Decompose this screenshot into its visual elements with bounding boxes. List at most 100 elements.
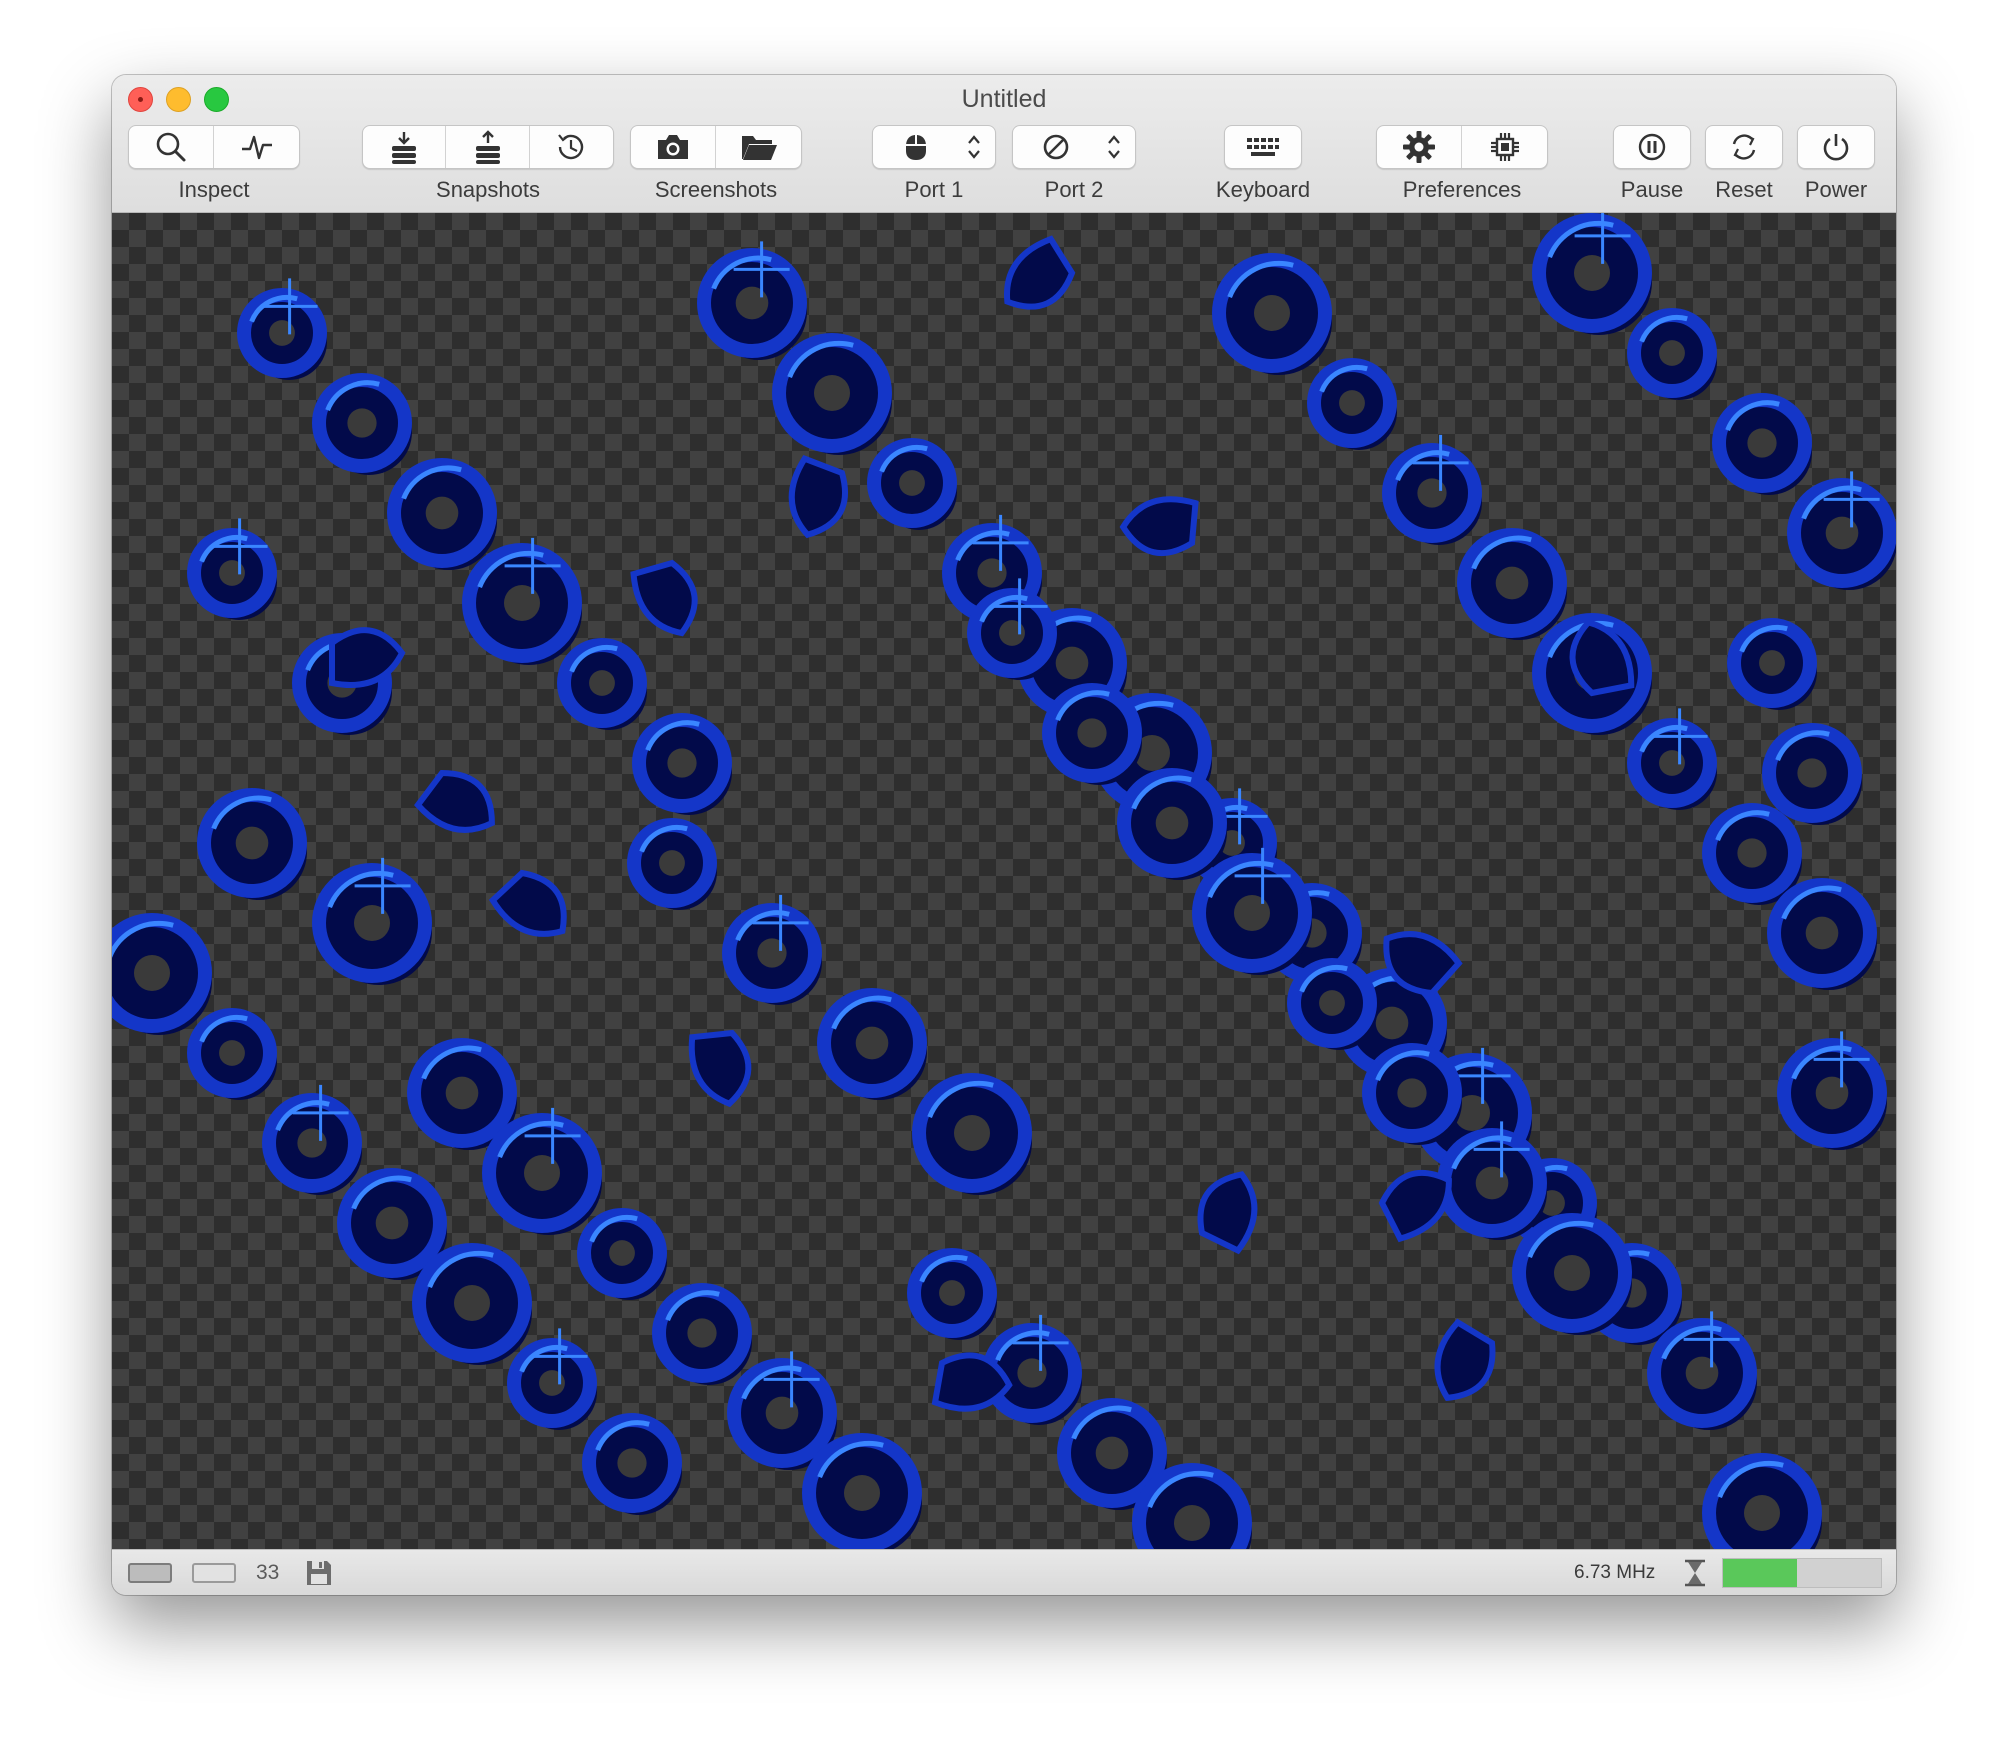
sprite-hole bbox=[375, 1206, 409, 1240]
inspector-button[interactable] bbox=[129, 126, 214, 168]
sprite-hole bbox=[687, 1318, 717, 1348]
sprite-hole bbox=[453, 1284, 491, 1322]
sprite-fragment bbox=[630, 559, 698, 637]
take-snapshot-button[interactable] bbox=[363, 126, 447, 168]
floppy-disk-icon[interactable] bbox=[304, 1550, 334, 1595]
sprite-hole bbox=[1397, 1078, 1427, 1108]
sprite-hole bbox=[133, 954, 171, 992]
speed-meter bbox=[1722, 1550, 1882, 1595]
sprite-hole bbox=[977, 558, 1007, 588]
monitor-button[interactable] bbox=[214, 126, 299, 168]
sprite-hole bbox=[1825, 516, 1859, 550]
reset-group: Reset bbox=[1702, 125, 1786, 202]
drive-df0-icon[interactable] bbox=[128, 1550, 172, 1595]
sprite-hole bbox=[1553, 1254, 1591, 1292]
restore-snapshot-button[interactable] bbox=[446, 126, 530, 168]
port2-label: Port 2 bbox=[1044, 177, 1104, 202]
port1-popup[interactable] bbox=[872, 125, 996, 169]
drive-track-count: 33 bbox=[256, 1561, 280, 1584]
sprite-hole bbox=[1017, 1358, 1047, 1388]
port1-group: Port 1 bbox=[872, 125, 996, 202]
keyboard-label: Keyboard bbox=[1215, 177, 1311, 202]
chevron-updown-icon bbox=[968, 135, 980, 159]
sprite-hole bbox=[1797, 758, 1827, 788]
camera-icon bbox=[658, 135, 688, 159]
sprite-hole bbox=[1095, 1436, 1129, 1470]
preferences-label: Preferences bbox=[1402, 177, 1522, 202]
sprite-fragment bbox=[488, 869, 567, 937]
sprite-hole bbox=[609, 1240, 635, 1266]
chevron-updown-icon bbox=[1108, 135, 1120, 159]
sprite-fragment bbox=[1004, 235, 1076, 310]
sprite-hole bbox=[445, 1076, 479, 1110]
sprite-hole bbox=[503, 584, 541, 622]
pause-button[interactable] bbox=[1614, 126, 1690, 168]
sprite-hole bbox=[1417, 478, 1447, 508]
keyboard-group: Keyboard bbox=[1212, 125, 1314, 202]
sprite-hole bbox=[659, 850, 685, 876]
sprite-hole bbox=[1233, 894, 1271, 932]
sprite-fragment bbox=[688, 1029, 752, 1108]
take-screenshot-button[interactable] bbox=[631, 126, 716, 168]
inspect-label: Inspect bbox=[178, 177, 250, 202]
sprite-hole bbox=[1495, 566, 1529, 600]
port2-group: Port 2 bbox=[1012, 125, 1136, 202]
title-bar: Untitled Inspect Snapshots Screenshots P… bbox=[112, 75, 1896, 213]
sprite-hole bbox=[219, 1040, 245, 1066]
mouse-icon bbox=[906, 135, 926, 160]
sprite-hole bbox=[1475, 1166, 1509, 1200]
clock-frequency: 6.73 MHz bbox=[1574, 1562, 1656, 1583]
sprite-hole bbox=[617, 1448, 647, 1478]
emulator-preferences-button[interactable] bbox=[1377, 126, 1462, 168]
reset-button[interactable] bbox=[1706, 126, 1782, 168]
sprite-fragment bbox=[414, 769, 495, 833]
toolbar: Inspect Snapshots Screenshots Port 1 Por… bbox=[112, 125, 1896, 211]
sprite-hole bbox=[1319, 990, 1345, 1016]
sprite-art bbox=[112, 213, 1896, 1549]
sprite-hole bbox=[425, 496, 459, 530]
history-clock-icon bbox=[558, 134, 584, 160]
sprite-fragment bbox=[788, 454, 848, 539]
reset-label: Reset bbox=[1715, 177, 1773, 202]
emulator-screen[interactable] bbox=[112, 213, 1896, 1549]
sprite-fragment bbox=[1434, 1318, 1496, 1402]
stack-pop-icon bbox=[475, 130, 500, 164]
sprite-hole bbox=[1737, 838, 1767, 868]
sprite-hole bbox=[1747, 428, 1777, 458]
sprite-hole bbox=[953, 1114, 991, 1152]
magnifier-icon bbox=[156, 132, 186, 162]
sprite-hole bbox=[667, 748, 697, 778]
drive-df1-icon[interactable] bbox=[192, 1550, 236, 1595]
snapshots-label: Snapshots bbox=[436, 177, 540, 202]
keyboard-button[interactable] bbox=[1225, 126, 1301, 168]
keyboard-icon bbox=[1247, 138, 1279, 156]
sprite-hole bbox=[523, 1154, 561, 1192]
sprite-fragment bbox=[1197, 1171, 1258, 1255]
screenshots-group: Screenshots bbox=[630, 125, 802, 202]
machine-preferences-button[interactable] bbox=[1462, 126, 1547, 168]
sprite-hole bbox=[855, 1026, 889, 1060]
sprite-hole bbox=[235, 826, 269, 860]
window-title: Untitled bbox=[961, 85, 1047, 113]
browse-screenshots-button[interactable] bbox=[716, 126, 801, 168]
chip-icon bbox=[1490, 133, 1519, 161]
status-bar: 33 6.73 MHz bbox=[112, 1549, 1896, 1595]
sprite-hole bbox=[735, 286, 769, 320]
hourglass-icon[interactable] bbox=[1682, 1550, 1708, 1595]
sprite-hole bbox=[765, 1396, 799, 1430]
port2-popup[interactable] bbox=[1012, 125, 1136, 169]
speed-meter-fill bbox=[1723, 1559, 1798, 1587]
pause-group: Pause bbox=[1610, 125, 1694, 202]
sprite-hole bbox=[1815, 1076, 1849, 1110]
sprite-hole bbox=[1077, 718, 1107, 748]
browse-snapshots-button[interactable] bbox=[530, 126, 613, 168]
folder-open-icon bbox=[741, 136, 777, 160]
sprite-hole bbox=[1805, 916, 1839, 950]
port1-label: Port 1 bbox=[904, 177, 964, 202]
sprite-hole bbox=[1173, 1504, 1211, 1542]
power-button[interactable] bbox=[1798, 126, 1874, 168]
sprite-hole bbox=[1685, 1356, 1719, 1390]
stack-push-icon bbox=[392, 132, 417, 164]
power-label: Power bbox=[1804, 177, 1868, 202]
sprite-hole bbox=[1339, 390, 1365, 416]
